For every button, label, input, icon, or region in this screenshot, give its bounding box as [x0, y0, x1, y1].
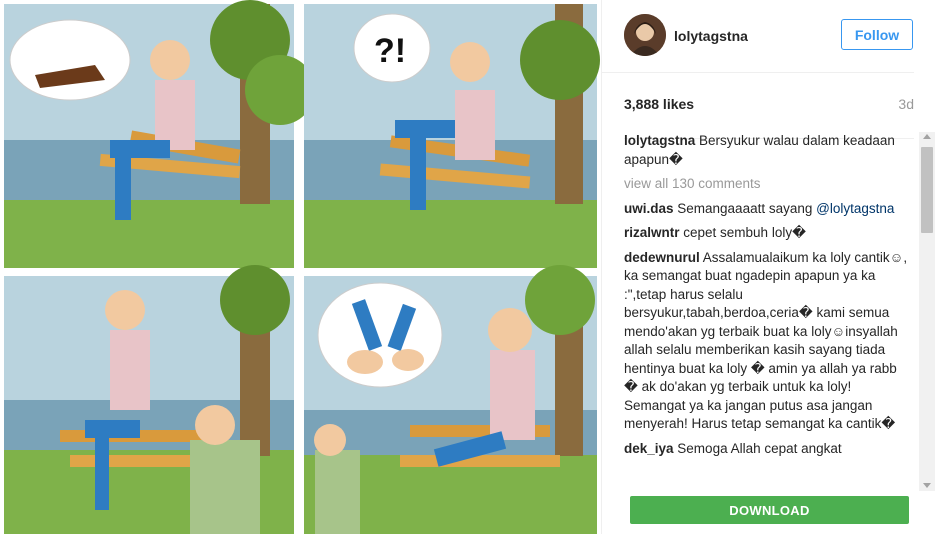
- comment-item: dek_iya Semoga Allah cepat angkat: [624, 440, 909, 459]
- comic-panel-2: ?!: [304, 4, 600, 268]
- avatar[interactable]: [624, 14, 666, 56]
- likes-count[interactable]: 3,888 likes: [624, 96, 694, 112]
- avatar-image: [624, 14, 666, 56]
- comment-item: rizalwntr cepet sembuh loly�: [624, 224, 909, 243]
- comment-username[interactable]: dek_iya: [624, 441, 674, 456]
- comments-scrollbar[interactable]: [919, 132, 935, 491]
- comic-panel-4: [304, 265, 597, 534]
- comment-text: cepet sembuh loly�: [679, 225, 806, 240]
- username-link[interactable]: lolytagstna: [674, 28, 748, 44]
- comment-text: Semangaaaatt sayang: [673, 200, 817, 216]
- comment-text: Assalamualaikum ka loly cantik☺, ka sema…: [624, 249, 908, 432]
- comic-illustration: ?!: [0, 0, 601, 534]
- caption-username[interactable]: lolytagstna: [624, 133, 695, 148]
- comment-item: uwi.das Semangaaaatt sayang @lolytagstna: [624, 200, 909, 219]
- thought-bubble-text: ?!: [374, 32, 406, 70]
- post-header: lolytagstna Follow: [602, 0, 914, 73]
- scrollbar-thumb[interactable]: [921, 147, 933, 233]
- download-button[interactable]: DOWNLOAD: [630, 496, 909, 524]
- follow-button[interactable]: Follow: [841, 19, 913, 50]
- comment-username[interactable]: rizalwntr: [624, 225, 680, 240]
- view-all-comments-link[interactable]: view all 130 comments: [624, 175, 909, 194]
- post-timestamp[interactable]: 3d: [898, 96, 914, 112]
- comment-text: Semoga Allah cepat angkat: [673, 440, 842, 456]
- scroll-up-arrow-icon[interactable]: [923, 134, 931, 139]
- comic-panel-1: [4, 0, 315, 268]
- comment-username[interactable]: uwi.das: [624, 201, 674, 216]
- comment-mention[interactable]: @lolytagstna: [816, 201, 894, 216]
- post-sidebar: lolytagstna Follow 3,888 likes 3d lolyta…: [601, 0, 939, 534]
- comments-list: lolytagstna Bersyukur walau dalam keadaa…: [624, 132, 909, 488]
- comment-item: dedewnurul Assalamualaikum ka loly canti…: [624, 249, 909, 434]
- scroll-down-arrow-icon[interactable]: [923, 483, 931, 488]
- comment-username[interactable]: dedewnurul: [624, 250, 700, 265]
- post-image: ?!: [0, 0, 601, 534]
- caption: lolytagstna Bersyukur walau dalam keadaa…: [624, 132, 909, 169]
- comic-panel-3: [4, 265, 294, 534]
